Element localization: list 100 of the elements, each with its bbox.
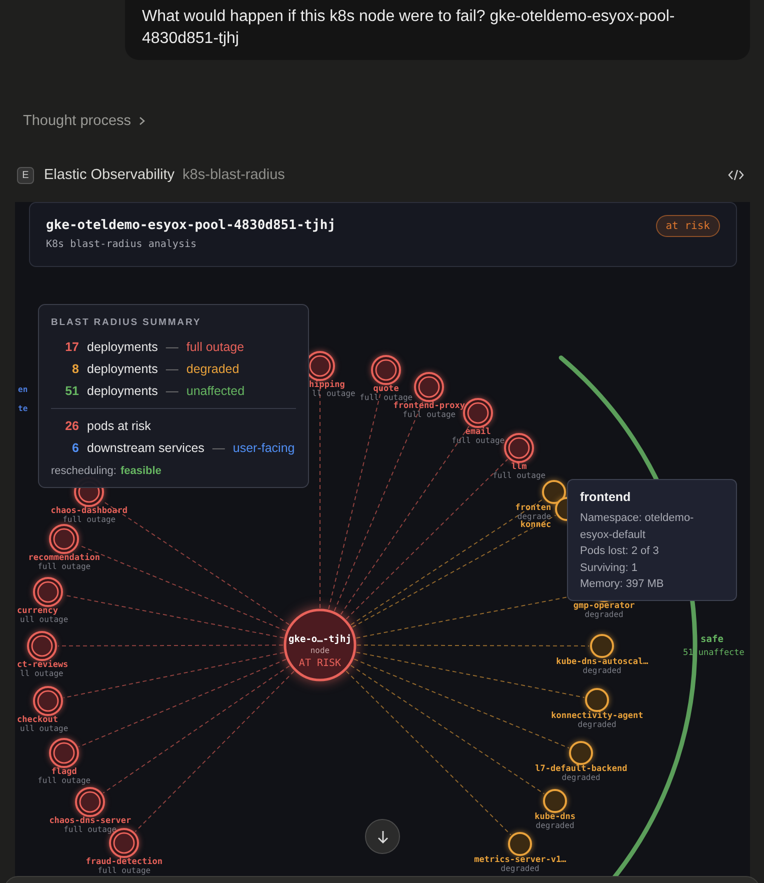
node-label: llm (511, 462, 527, 472)
node-label: fronten (515, 503, 552, 513)
outage-node[interactable] (33, 577, 63, 607)
tooltip-title: frontend (580, 490, 632, 504)
thought-process-toggle[interactable]: Thought process (23, 110, 146, 132)
outage-node[interactable] (504, 433, 534, 463)
node-label: en (18, 385, 28, 394)
summary-detail: degraded (186, 362, 240, 376)
node-title: gke-oteldemo-esyox-pool-4830d851-tjhj (46, 218, 336, 233)
scroll-down-button[interactable] (365, 819, 400, 854)
summary-label: pods at risk (87, 419, 151, 433)
summary-count: 8 (71, 362, 79, 376)
node-status: full outage (64, 825, 117, 834)
node-label: flagd (51, 767, 77, 777)
summary-count: 17 (64, 340, 79, 354)
user-message: What would happen if this k8s node were to fail? gke-oteldemo-esyox-pool-4830d851-tjhj (125, 0, 750, 60)
node-label: recommendation (28, 553, 100, 563)
node-status: degraded (562, 773, 600, 782)
node-label: metrics-server-v1… (474, 855, 566, 865)
node-label: frontend-proxy (393, 401, 465, 411)
node-status: ull outage (20, 724, 68, 733)
summary-count: 51 (64, 384, 79, 398)
node-status: ll outage (312, 389, 356, 398)
node-label: l7-default-backend (535, 764, 628, 774)
degraded-node[interactable] (543, 789, 567, 813)
node-status: full outage (98, 866, 151, 875)
node-status: degraded (500, 864, 540, 873)
node-label: hipping (309, 380, 345, 390)
outage-node[interactable] (414, 372, 444, 402)
node-label: kube-dns (534, 812, 576, 822)
node-status: full outage (38, 562, 91, 571)
rescheduling-label: rescheduling: (51, 465, 116, 477)
degraded-node[interactable] (508, 832, 532, 856)
summary-detail: unaffected (186, 384, 245, 398)
node-label: te (18, 404, 28, 413)
node-label: konnectivity-agent (551, 711, 644, 721)
node-label: chaos-dashboard (50, 506, 128, 516)
summary-detail: full outage (186, 340, 244, 354)
tooltip-line: Memory: 397 MB (580, 577, 665, 592)
node-status: full outage (62, 515, 116, 524)
safe-label: safe (700, 634, 724, 645)
node-label: ct-reviews (17, 660, 68, 670)
tooltip-line: Surviving: 1 (580, 560, 638, 576)
node-status: AT RISK (298, 658, 342, 669)
node-label: email (465, 427, 491, 437)
safe-count: 51 unaffecte (683, 648, 744, 658)
node-status: degraded (578, 720, 616, 729)
tooltip-line: Namespace: oteldemo-esyox-default (580, 511, 695, 542)
node-label: fraud-detection (86, 857, 163, 867)
node-label: chaos-dns-server (49, 816, 132, 826)
status-badge: at risk (656, 215, 720, 237)
dash: — (166, 362, 178, 376)
node-status: full outage (360, 393, 413, 402)
outage-node[interactable] (75, 787, 105, 817)
dash: — (166, 384, 178, 398)
node-label: gmp-operator (573, 601, 635, 611)
node-label: quote (373, 384, 399, 394)
summary-detail: user-facing (232, 441, 295, 455)
node-subtitle: K8s blast-radius analysis (46, 239, 198, 250)
node-status: degraded (536, 821, 574, 830)
outage-node[interactable] (27, 631, 57, 661)
tooltip-line: Pods lost: 2 of 3 (580, 544, 660, 559)
node-status: full outage (492, 471, 546, 480)
dash: — (212, 441, 225, 455)
node-status: full outage (452, 436, 505, 445)
degraded-node[interactable] (569, 741, 593, 765)
summary-label: downstream services (87, 441, 204, 455)
app-badge: E (17, 166, 34, 184)
node-label: checkout (17, 715, 58, 725)
node-name: gke-o…-tjhj (288, 634, 352, 645)
node-status: degrade (517, 512, 552, 521)
summary-title: BLAST RADIUS SUMMARY (51, 317, 202, 328)
arrow-down-icon (376, 830, 388, 844)
node-status: full outage (38, 776, 91, 785)
node-type: node (310, 646, 330, 655)
degraded-node[interactable] (590, 634, 614, 658)
node-label: currency (17, 606, 58, 616)
summary-count: 26 (64, 419, 79, 433)
node-status: degraded (582, 666, 622, 675)
degraded-node[interactable] (542, 480, 566, 504)
tool-name: k8s-blast-radius (182, 167, 285, 183)
summary-count: 6 (71, 441, 79, 455)
node-label: konnec (520, 520, 552, 530)
node-status: full outage (402, 410, 456, 419)
outage-node[interactable] (371, 355, 401, 385)
dash: — (166, 340, 178, 354)
summary-label: deployments (87, 340, 158, 354)
outage-node[interactable] (463, 398, 493, 428)
node-status: degraded (584, 610, 624, 619)
outage-node[interactable] (49, 524, 79, 554)
rescheduling-value: feasible (120, 465, 162, 477)
chevron-icon (138, 116, 146, 126)
outage-node[interactable] (49, 738, 79, 768)
cluster-node[interactable] (284, 608, 356, 682)
node-status: ull outage (20, 615, 68, 624)
summary-label: deployments (87, 384, 158, 398)
degraded-node[interactable] (585, 688, 609, 712)
code-icon[interactable] (728, 169, 744, 181)
outage-node[interactable] (33, 686, 63, 716)
tool-source: Elastic Observability (44, 167, 175, 183)
